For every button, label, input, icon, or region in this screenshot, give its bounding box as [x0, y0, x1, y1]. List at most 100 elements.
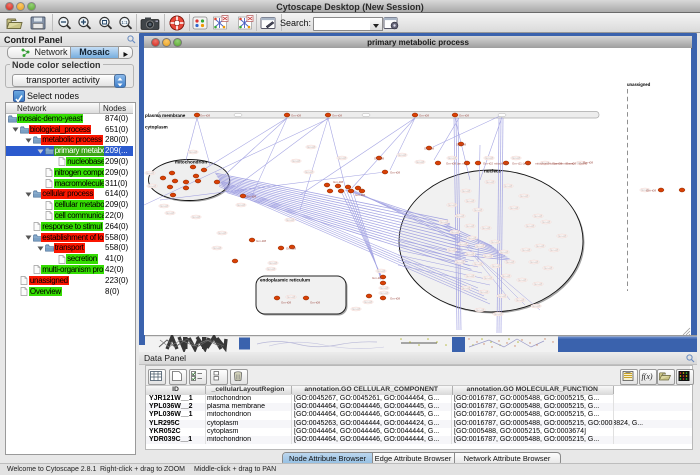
- svg-text:Gm-t08: Gm-t08: [456, 143, 466, 147]
- svg-text:Gm-t08: Gm-t08: [583, 161, 593, 165]
- svg-text:Gm-t8: Gm-t8: [518, 278, 526, 282]
- svg-text:Gm-t8: Gm-t8: [218, 231, 226, 235]
- svg-text:Gm-t8: Gm-t8: [456, 214, 464, 218]
- svg-text:Gm-t08: Gm-t08: [200, 114, 210, 118]
- svg-text:Gm-t8: Gm-t8: [484, 254, 492, 258]
- svg-text:Gm-t8: Gm-t8: [398, 153, 406, 157]
- svg-text:Gm-t8: Gm-t8: [474, 208, 482, 212]
- svg-text:Gm-t8: Gm-t8: [451, 230, 459, 234]
- svg-text:Gm-t08: Gm-t08: [332, 114, 342, 118]
- svg-text:Gm-t8: Gm-t8: [485, 156, 493, 160]
- svg-text:Gm-t8: Gm-t8: [482, 226, 490, 230]
- svg-text:Gm-t8: Gm-t8: [466, 252, 474, 256]
- svg-text:Gm-t8: Gm-t8: [468, 236, 476, 240]
- svg-text:Gm-t8: Gm-t8: [380, 286, 388, 290]
- svg-text:Gm-t8: Gm-t8: [534, 282, 542, 286]
- svg-text:Gm-t8: Gm-t8: [476, 244, 484, 248]
- svg-text:Gm-t08: Gm-t08: [286, 247, 296, 251]
- svg-text:Gm-t8: Gm-t8: [498, 294, 506, 298]
- svg-text:Gm-t8: Gm-t8: [305, 170, 313, 174]
- svg-text:Gm-t08: Gm-t08: [310, 301, 320, 305]
- svg-text:Gm-t8: Gm-t8: [269, 261, 277, 265]
- svg-text:Gm-t8: Gm-t8: [484, 276, 492, 280]
- svg-text:Gm-t8: Gm-t8: [237, 203, 245, 207]
- svg-text:Gm-t8: Gm-t8: [476, 308, 484, 312]
- svg-text:Gm-t8: Gm-t8: [292, 159, 300, 163]
- svg-text:Gm-t8: Gm-t8: [522, 248, 530, 252]
- svg-text:1:1: 1:1: [121, 20, 128, 25]
- svg-text:Gm-t8: Gm-t8: [307, 145, 315, 149]
- svg-text:Gm-t8: Gm-t8: [459, 242, 467, 246]
- svg-text:Gm-t8: Gm-t8: [494, 312, 502, 316]
- svg-text:Gm-t08: Gm-t08: [372, 276, 382, 280]
- svg-text:Gm-t8: Gm-t8: [213, 246, 221, 250]
- svg-text:Gm-t8: Gm-t8: [160, 204, 168, 208]
- svg-text:Gm-t8: Gm-t8: [544, 266, 552, 270]
- svg-text:plasma membrane: plasma membrane: [145, 113, 186, 118]
- svg-text:Gm-t02 mitochond: Gm-t02 mitochond: [483, 162, 508, 166]
- svg-text:Gm-t8: Gm-t8: [192, 215, 200, 219]
- svg-text:Gm-t8: Gm-t8: [377, 269, 385, 273]
- svg-text:Gm-t8: Gm-t8: [492, 264, 500, 268]
- svg-text:Gm-t8: Gm-t8: [526, 224, 534, 228]
- svg-text:Gm-t8: Gm-t8: [166, 211, 174, 215]
- svg-text:Gm-t8: Gm-t8: [440, 220, 448, 224]
- svg-text:Gm-t08: Gm-t08: [246, 195, 256, 199]
- svg-text:Gm-t08: Gm-t08: [281, 301, 291, 305]
- svg-text:Gm-t08: Gm-t08: [459, 114, 469, 118]
- svg-text:Gm-t8: Gm-t8: [536, 244, 544, 248]
- svg-text:Gm-t08: Gm-t08: [390, 297, 400, 301]
- svg-text:Gm-t08: Gm-t08: [390, 171, 400, 175]
- svg-text:Gm-t8: Gm-t8: [466, 274, 474, 278]
- svg-text:Gm-t8: Gm-t8: [480, 290, 488, 294]
- svg-text:Gm-t8: Gm-t8: [456, 260, 464, 264]
- svg-text:Gm-t8: Gm-t8: [352, 307, 360, 311]
- svg-text:Gm-t8: Gm-t8: [516, 298, 524, 302]
- svg-text:nucleus: nucleus: [484, 169, 502, 174]
- svg-text:Gm-t8: Gm-t8: [550, 248, 558, 252]
- svg-text:Gm-t08: Gm-t08: [291, 114, 301, 118]
- svg-text:Gm-t8: Gm-t8: [530, 260, 538, 264]
- svg-text:Gm-t8: Gm-t8: [506, 260, 514, 264]
- svg-text:Gm-t8: Gm-t8: [448, 156, 456, 160]
- svg-text:Gm-t8: Gm-t8: [462, 189, 470, 193]
- svg-text:Gm-t8: Gm-t8: [462, 286, 470, 290]
- svg-text:Gm-t8: Gm-t8: [448, 248, 456, 252]
- svg-text:Gm-t8: Gm-t8: [532, 304, 540, 308]
- svg-text:Gm-t8: Gm-t8: [534, 214, 542, 218]
- svg-text:Gm-t8: Gm-t8: [510, 206, 518, 210]
- svg-text:Gm-t8: Gm-t8: [287, 295, 295, 299]
- svg-text:Gm-t8: Gm-t8: [512, 156, 520, 160]
- svg-text:Gm-t8: Gm-t8: [364, 300, 372, 304]
- svg-text:Gm-t8: Gm-t8: [504, 184, 512, 188]
- svg-text:Gm-t8: Gm-t8: [486, 180, 494, 184]
- svg-text:Gm-t8: Gm-t8: [338, 156, 346, 160]
- svg-text:Gm-t8: Gm-t8: [500, 250, 508, 254]
- svg-text:Gm-t08: Gm-t08: [419, 114, 429, 118]
- svg-text:Gm-t08: Gm-t08: [256, 239, 266, 243]
- svg-text:Gm-t8: Gm-t8: [502, 274, 510, 278]
- svg-text:Gm-t08 (an:me: Gm-t08 (an:me: [446, 162, 467, 166]
- svg-text:Gm-t8: Gm-t8: [466, 224, 474, 228]
- svg-text:Gm-t8: Gm-t8: [542, 220, 550, 224]
- svg-text:Gm-t8: Gm-t8: [474, 262, 482, 266]
- svg-text:Gm-t8: Gm-t8: [380, 291, 388, 295]
- svg-text:Gm-t08: Gm-t08: [566, 162, 576, 166]
- svg-text:cytoplasm: cytoplasm: [145, 125, 168, 130]
- svg-text:Gm-t08: Gm-t08: [355, 193, 365, 197]
- svg-text:Gm-t08: Gm-t08: [374, 157, 384, 161]
- svg-text:Gm-t8: Gm-t8: [491, 240, 499, 244]
- svg-text:Gm-t08: Gm-t08: [646, 189, 656, 193]
- svg-text:Gm-t11 (an:m: Gm-t11 (an:m: [512, 162, 531, 166]
- svg-text:unassigned: unassigned: [627, 82, 651, 87]
- svg-text:Gm-t8: Gm-t8: [189, 150, 197, 154]
- svg-text:Gm-t8: Gm-t8: [146, 171, 154, 175]
- svg-text:mitochondrion: mitochondrion: [175, 160, 207, 165]
- svg-text:Gm-t8: Gm-t8: [466, 199, 474, 203]
- svg-text:Gm-t8: Gm-t8: [558, 234, 566, 238]
- svg-text:f(x): f(x): [641, 372, 652, 381]
- svg-text:endoplasmic reticulum: endoplasmic reticulum: [260, 278, 310, 283]
- svg-text:Gm-t8: Gm-t8: [267, 267, 275, 271]
- svg-text:Gm-t8: Gm-t8: [448, 203, 456, 207]
- svg-text:Gm-t8: Gm-t8: [148, 184, 156, 188]
